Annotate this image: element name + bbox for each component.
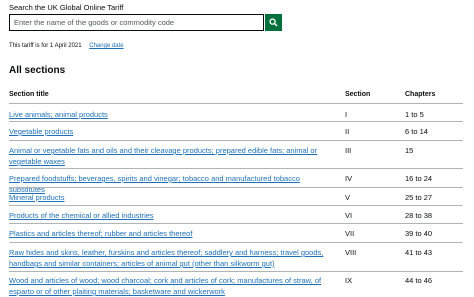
chapter-range: 6 to 14 [405, 127, 428, 136]
chapter-range: 28 to 38 [405, 211, 433, 220]
section-link[interactable]: Plastics and articles thereof; rubber an… [9, 229, 192, 238]
section-number: IV [345, 174, 353, 183]
row-divider [9, 168, 463, 169]
row-divider [9, 121, 463, 122]
change-date-link[interactable]: Change date [89, 43, 123, 49]
section-number: VII [345, 229, 355, 238]
section-link[interactable]: Mineral products [9, 193, 64, 202]
row-divider [9, 205, 463, 206]
chapter-range: 44 to 46 [405, 276, 433, 285]
section-link[interactable]: Raw hides and skins, leather, furskins a… [9, 248, 323, 268]
section-number: II [345, 127, 350, 136]
tariff-date-note: This tariff is for 1 April 2021 Change d… [9, 43, 124, 49]
column-header-section: Section [345, 91, 371, 98]
section-number: VIII [345, 248, 357, 257]
tariff-date-text: This tariff is for 1 April 2021 [9, 43, 82, 49]
row-divider [9, 271, 463, 272]
row-divider [9, 242, 463, 243]
search-input[interactable] [9, 14, 264, 31]
row-divider [9, 187, 463, 188]
section-number: I [345, 110, 348, 119]
chapter-range: 15 [405, 146, 414, 155]
search-bar [9, 14, 282, 31]
section-link[interactable]: Prepared foodstuffs; beverages, spirits … [9, 174, 300, 194]
section-link[interactable]: Live animals; animal products [9, 110, 108, 119]
row-divider [9, 140, 463, 141]
section-link[interactable]: Products of the chemical or allied indus… [9, 211, 154, 220]
search-label: Search the UK Global Online Tariff [9, 3, 124, 12]
section-link[interactable]: Animal or vegetable fats and oils and th… [9, 146, 317, 166]
section-number: III [345, 146, 352, 155]
chapter-range: 1 to 5 [405, 110, 424, 119]
chapter-range: 39 to 40 [405, 229, 433, 238]
chapter-range: 25 to 27 [405, 193, 433, 202]
section-link[interactable]: Vegetable products [9, 127, 73, 136]
header-divider [9, 103, 463, 104]
section-number: V [345, 193, 351, 202]
search-button[interactable] [265, 14, 282, 31]
page-heading: All sections [9, 65, 66, 76]
chapter-range: 41 to 43 [405, 248, 433, 257]
section-link[interactable]: Wood and articles of wood; wood charcoal… [9, 276, 321, 296]
chapter-range: 16 to 24 [405, 174, 433, 183]
search-icon [269, 18, 278, 27]
section-number: VI [345, 211, 353, 220]
row-divider [9, 223, 463, 224]
section-number: IX [345, 276, 353, 285]
column-header-title: Section title [9, 91, 49, 98]
column-header-chapters: Chapters [405, 91, 436, 98]
